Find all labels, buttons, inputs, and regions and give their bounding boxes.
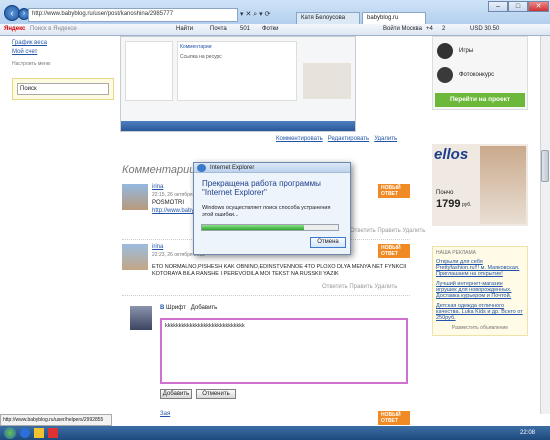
delete-link[interactable]: Удалить: [402, 228, 425, 234]
media-taskbar-icon[interactable]: [48, 428, 58, 438]
left-search-box: Поиск: [12, 78, 114, 100]
ie-icon: [197, 164, 206, 172]
dialog-progress: [201, 224, 339, 231]
cancel-comment-button[interactable]: Отменить: [196, 389, 236, 399]
post-screenshot-image: Комментарии Ссылка на ресурс: [120, 36, 356, 132]
comment-user[interactable]: irina: [152, 184, 163, 190]
our-ads-block: НАША РЕКЛАМА Открыли для себя Prettyfash…: [432, 246, 528, 336]
post-image-label-comments: Комментарии: [180, 44, 212, 50]
dialog-body: Windows осуществляет поиск способа устра…: [202, 205, 331, 218]
weather2: 2: [442, 26, 446, 32]
post-image-sidebar: [125, 41, 173, 101]
new-reply-badge: НОВЫЙ ОТВЕТ: [378, 411, 410, 425]
comment-text: ETO NORMALNO,PISHESH KAK OBNINO,EDINSTVE…: [152, 264, 407, 277]
ellos-price-label: Пончо: [436, 190, 454, 196]
yandex-logo: Яндекс: [4, 26, 26, 32]
comment-actions: Ответить Править Удалить: [350, 228, 425, 234]
ellos-price: 1799: [436, 198, 461, 210]
comment-user[interactable]: irina: [152, 244, 163, 250]
ad-link[interactable]: Открыли для себя Prettyfashion.ru!!! м. …: [436, 259, 524, 277]
tab-label: babyblog.ru: [367, 15, 399, 21]
scrollbar-thumb[interactable]: [541, 150, 549, 182]
mail-count: 501: [240, 26, 251, 32]
comment-text: POSMOTRI: [152, 200, 185, 206]
ad-link[interactable]: Детская одежда отличного качества. Luka …: [436, 303, 524, 321]
editor-add-menu[interactable]: Добавить: [191, 305, 218, 311]
comment-user[interactable]: Зая: [160, 411, 170, 417]
weather: +4: [426, 26, 433, 32]
ellos-currency: руб.: [462, 202, 472, 208]
address-bar-icons[interactable]: ▾ ✕ ⌕ ▾ ⟳: [240, 10, 270, 19]
folder-taskbar-icon[interactable]: [34, 428, 44, 438]
games-link[interactable]: Игры: [459, 48, 473, 54]
photo-contest-link[interactable]: Фотоконкурс: [459, 72, 494, 78]
go-project-button[interactable]: Перейти на проект: [435, 93, 525, 107]
edit-link[interactable]: Править: [349, 284, 372, 290]
our-ads-title: НАША РЕКЛАМА: [436, 250, 476, 256]
reply-link[interactable]: Ответить: [350, 228, 376, 234]
start-button[interactable]: [4, 427, 16, 439]
comment-textarea[interactable]: kkkkkkkkkkkkkkkkkkkkkkkkkkkkk: [160, 318, 408, 384]
left-menu: График веса Мой счет Настроить меню: [12, 40, 112, 67]
project-ad: Игры Фотоконкурс Перейти на проект: [432, 36, 528, 110]
submit-comment-button[interactable]: Добавить: [160, 389, 192, 399]
menu-settings-link[interactable]: Настроить меню: [12, 61, 112, 67]
post-actions: Комментировать Редактировать Удалить: [276, 136, 397, 142]
close-window-button[interactable]: ✕: [528, 1, 549, 12]
minimize-button[interactable]: –: [488, 1, 508, 12]
left-search-input[interactable]: Поиск: [17, 83, 109, 95]
ad-link[interactable]: Лучший интернет-магазин игрушек для ново…: [436, 281, 524, 299]
ie-taskbar-icon[interactable]: [20, 428, 30, 438]
games-icon: [437, 43, 453, 59]
mail-button[interactable]: Почта: [210, 26, 227, 32]
post-image-label-link: Ссылка на ресурс: [180, 54, 222, 60]
edit-link[interactable]: Править: [377, 228, 400, 234]
status-bar: http://www.babyblog.ru/user/helpers/2992…: [0, 414, 112, 426]
login-button[interactable]: Войти Москва: [383, 26, 422, 32]
find-button[interactable]: Найти: [176, 26, 193, 32]
yandex-search-input[interactable]: Поиск в Яндексе: [30, 26, 77, 32]
photos-button[interactable]: Фотки: [262, 26, 279, 32]
post-image-ad: [303, 63, 351, 99]
tab-label: Катя Белоусова: [301, 15, 346, 21]
post-image-content: Комментарии Ссылка на ресурс: [177, 41, 297, 101]
editor-avatar: [130, 306, 152, 330]
usd-rate: USD 30.50: [470, 26, 500, 32]
comment-post-link[interactable]: Комментировать: [276, 136, 323, 142]
new-reply-badge: НОВЫЙ ОТВЕТ: [378, 244, 410, 258]
editor-toolbar: B Шрифт Добавить: [160, 305, 218, 311]
comments-title: Комментарии: [122, 164, 196, 176]
font-button[interactable]: Шрифт: [166, 305, 186, 311]
ellos-ad[interactable]: ellos Пончо 1799 руб.: [432, 144, 528, 226]
windows-taskbar: 22:08: [0, 426, 550, 440]
clock: 22:08: [520, 430, 536, 436]
page-scrollbar[interactable]: [540, 36, 550, 414]
maximize-button[interactable]: □: [508, 1, 528, 12]
menu-item-weight[interactable]: График веса: [12, 40, 47, 46]
new-reply-badge: НОВЫЙ ОТВЕТ: [378, 184, 410, 198]
avatar[interactable]: [122, 244, 148, 270]
edit-post-link[interactable]: Редактировать: [328, 136, 369, 142]
avatar[interactable]: [122, 184, 148, 210]
ellos-model-image: [480, 146, 526, 224]
sponsor-link[interactable]: Разместить объявление: [436, 325, 524, 331]
menu-item-account[interactable]: Мой счет: [12, 49, 37, 55]
delete-post-link[interactable]: Удалить: [374, 136, 397, 142]
dialog-progress-fill: [202, 225, 304, 230]
comment-actions: Ответить Править Удалить: [322, 284, 397, 290]
yandex-toolbar: Яндекс Поиск в Яндексе Найти Почта 501 Ф…: [0, 24, 550, 36]
camera-icon: [437, 67, 453, 83]
dialog-heading: Прекращена работа программы "Internet Ex…: [202, 179, 342, 197]
dialog-cancel-button[interactable]: Отмена: [310, 237, 346, 248]
dialog-title: Internet Explorer: [194, 163, 350, 173]
ellos-logo: ellos: [434, 146, 469, 163]
delete-link[interactable]: Удалить: [374, 284, 397, 290]
address-bar[interactable]: http://www.babyblog.ru/user/post/kanoshi…: [28, 8, 238, 22]
reply-link[interactable]: Ответить: [322, 284, 348, 290]
post-image-taskbar: [121, 121, 355, 131]
dialog-heading-text: Прекращена работа программы "Internet Ex…: [202, 179, 321, 197]
comment-item: Зая НОВЫЙ ОТВЕТ: [122, 410, 410, 425]
